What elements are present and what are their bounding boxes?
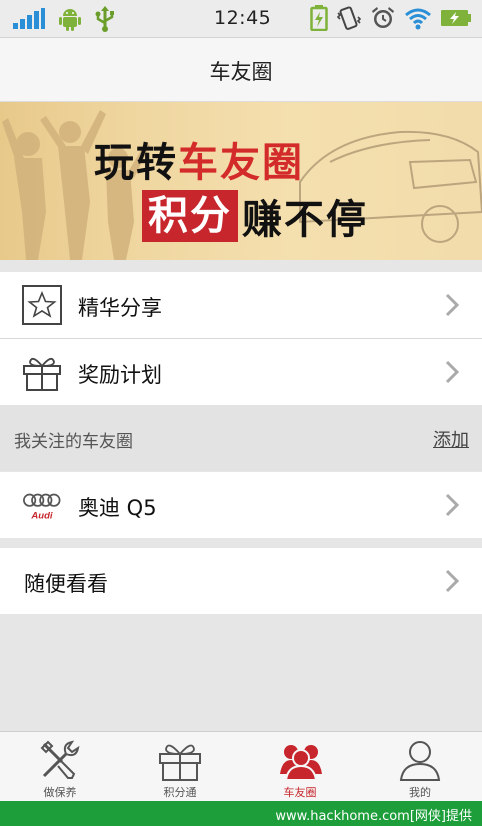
promo-banner[interactable]: 玩转车友圈 积分 赚不停 (0, 102, 482, 260)
menu-item-reward-plan[interactable]: 奖励计划 (0, 339, 482, 405)
bottom-tab-bar: 做保养 积分通 车友圈 我的 (0, 731, 482, 801)
signal-icon (13, 8, 45, 29)
tab-label: 做保养 (43, 786, 77, 799)
page-title: 车友圈 (209, 60, 273, 84)
followed-section-header: 我关注的车友圈 添加 (0, 405, 482, 471)
browse-label: 随便看看 (24, 572, 108, 596)
tab-mine[interactable]: 我的 (360, 732, 480, 802)
gift-icon (23, 357, 61, 391)
followed-item-audi-q5[interactable]: Audi 奥迪 Q5 (0, 472, 482, 538)
tab-maintenance[interactable]: 做保养 (0, 732, 120, 802)
status-time: 12:45 (214, 7, 272, 29)
watermark-bar: www.hackhome.com[网侠]提供 (0, 801, 482, 826)
vibrate-icon (336, 6, 362, 30)
audi-logo-icon: Audi (23, 493, 61, 521)
tab-label: 我的 (409, 786, 431, 799)
alarm-icon (372, 7, 394, 28)
banner-line-1: 玩转车友圈 (94, 130, 304, 188)
tab-label: 车友圈 (283, 786, 317, 799)
browse-row[interactable]: 随便看看 (0, 548, 482, 614)
banner-line-2-rest: 赚不停 (242, 197, 368, 243)
tools-icon (40, 740, 80, 779)
people-icon (280, 745, 322, 781)
menu-item-label: 精华分享 (78, 296, 162, 320)
wifi-icon (405, 8, 431, 30)
chevron-right-icon (445, 360, 460, 384)
status-bar: 12:45 (0, 0, 482, 38)
tab-car-club[interactable]: 车友圈 (240, 732, 360, 802)
banner-line-1b: 车友圈 (178, 140, 304, 186)
add-link[interactable]: 添加 (433, 426, 469, 452)
android-icon (59, 9, 81, 31)
gift-icon (159, 744, 201, 781)
usb-icon (95, 6, 114, 32)
tab-points[interactable]: 积分通 (120, 732, 240, 802)
chevron-right-icon (445, 293, 460, 317)
star-icon (22, 285, 62, 325)
chevron-right-icon (445, 569, 460, 593)
banner-line-2-box: 积分 (142, 190, 238, 242)
battery-charging-icon (310, 5, 328, 31)
watermark-text: www.hackhome.com[网侠]提供 (275, 809, 472, 824)
battery-full-icon (441, 10, 471, 26)
tab-label: 积分通 (163, 786, 197, 799)
title-bar: 车友圈 (0, 38, 482, 102)
menu-item-label: 奖励计划 (78, 363, 162, 387)
banner-line-2: 积分 赚不停 (142, 190, 368, 243)
audi-logo-text: Audi (30, 510, 52, 521)
menu-item-featured-share[interactable]: 精华分享 (0, 272, 482, 338)
section-title: 我关注的车友圈 (14, 432, 133, 452)
user-icon (399, 741, 441, 781)
chevron-right-icon (445, 493, 460, 517)
followed-item-label: 奥迪 Q5 (78, 496, 157, 520)
banner-line-1a: 玩转 (94, 140, 178, 186)
